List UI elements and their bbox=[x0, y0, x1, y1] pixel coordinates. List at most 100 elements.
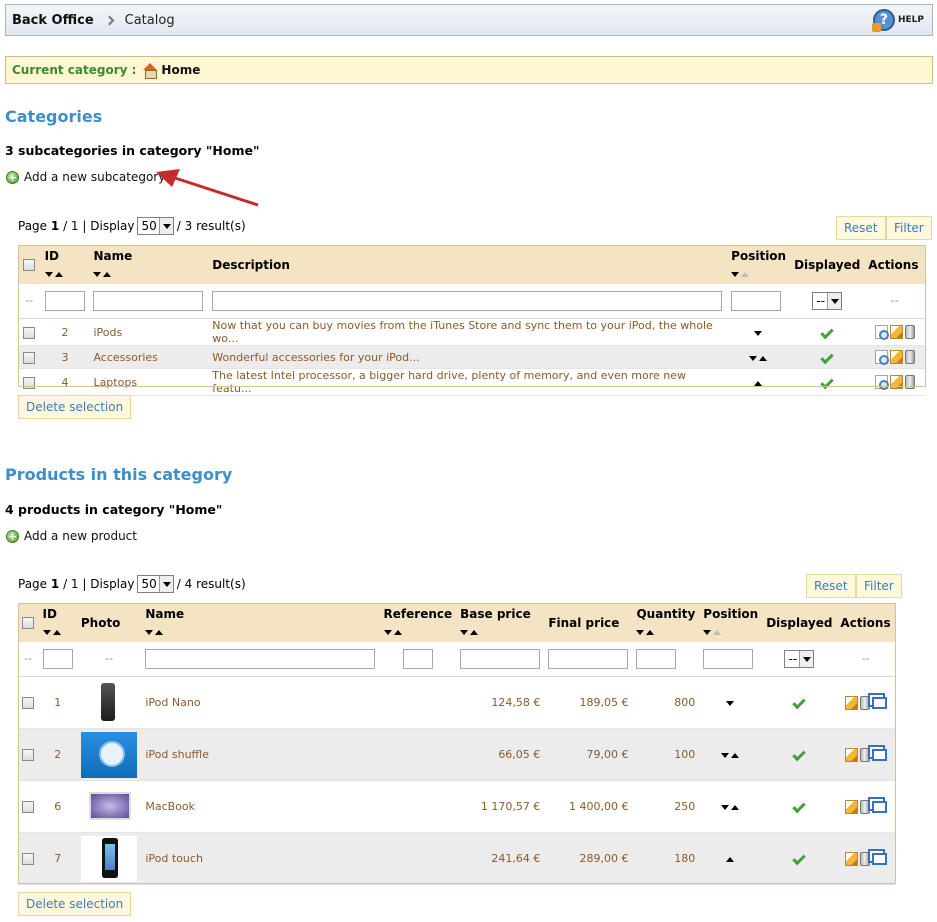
edit-icon[interactable] bbox=[889, 325, 903, 339]
move-up-icon[interactable] bbox=[730, 805, 739, 810]
delete-icon[interactable] bbox=[904, 375, 915, 389]
sort-position[interactable] bbox=[731, 266, 751, 280]
filter-name-input[interactable] bbox=[145, 648, 376, 669]
delete-icon[interactable] bbox=[859, 851, 870, 866]
duplicate-icon[interactable] bbox=[871, 800, 887, 813]
view-icon[interactable] bbox=[874, 375, 889, 390]
edit-icon[interactable] bbox=[844, 799, 858, 814]
sort-name[interactable] bbox=[145, 624, 165, 638]
check-icon[interactable] bbox=[792, 747, 807, 762]
row-id: 7 bbox=[38, 832, 77, 885]
filter-id-input[interactable] bbox=[44, 290, 85, 311]
move-down-icon[interactable] bbox=[753, 330, 762, 336]
add-product-link[interactable]: + Add a new product bbox=[6, 529, 137, 543]
current-category-value[interactable]: Home bbox=[161, 63, 200, 77]
edit-icon[interactable] bbox=[889, 350, 903, 364]
sort-id[interactable] bbox=[44, 266, 65, 280]
select-all-checkbox[interactable] bbox=[23, 259, 36, 272]
table-row[interactable]: 2 iPods Now that you can buy movies from… bbox=[18, 318, 925, 346]
breadcrumb-root[interactable]: Back Office bbox=[12, 13, 94, 28]
sort-quantity[interactable] bbox=[636, 624, 656, 638]
row-name[interactable]: iPod touch bbox=[141, 832, 380, 885]
view-icon[interactable] bbox=[874, 350, 889, 365]
categories-filter-button[interactable]: Filter bbox=[886, 216, 932, 240]
row-name[interactable]: MacBook bbox=[141, 780, 380, 833]
duplicate-icon[interactable] bbox=[871, 852, 887, 865]
table-row[interactable]: 7 iPod touch 241,64 € 289,00 € 180 bbox=[18, 832, 895, 885]
row-checkbox[interactable] bbox=[23, 376, 36, 389]
filter-name-input[interactable] bbox=[93, 290, 204, 311]
display-count-select[interactable]: 50 bbox=[137, 575, 174, 593]
move-down-icon[interactable] bbox=[748, 355, 757, 361]
filter-position-input[interactable] bbox=[731, 290, 782, 311]
edit-icon[interactable] bbox=[889, 375, 903, 389]
filter-position-input[interactable] bbox=[703, 648, 754, 669]
row-checkbox[interactable] bbox=[22, 749, 35, 761]
move-down-icon[interactable] bbox=[720, 753, 729, 758]
row-name[interactable]: Laptops bbox=[89, 368, 209, 396]
delete-icon[interactable] bbox=[904, 325, 915, 339]
check-icon[interactable] bbox=[820, 350, 834, 364]
filter-id-input[interactable] bbox=[42, 648, 73, 669]
filter-displayed-select[interactable]: -- bbox=[812, 291, 843, 310]
select-all-checkbox[interactable] bbox=[22, 617, 35, 630]
categories-delete-selection-button[interactable]: Delete selection bbox=[18, 395, 132, 419]
edit-icon[interactable] bbox=[844, 747, 858, 762]
row-checkbox[interactable] bbox=[22, 697, 35, 709]
move-up-icon[interactable] bbox=[725, 857, 734, 862]
filter-reference-input[interactable] bbox=[402, 648, 433, 669]
products-reset-button[interactable]: Reset bbox=[806, 574, 856, 598]
check-icon[interactable] bbox=[820, 375, 834, 389]
move-up-icon[interactable] bbox=[730, 753, 739, 758]
row-name[interactable]: Accessories bbox=[89, 345, 209, 369]
row-name[interactable]: iPod Nano bbox=[141, 676, 380, 729]
table-row[interactable]: 4 Laptops The latest Intel processor, a … bbox=[18, 368, 925, 396]
filter-dash: -- bbox=[864, 283, 925, 319]
edit-icon[interactable] bbox=[844, 851, 858, 866]
filter-dash: -- bbox=[836, 641, 895, 677]
sort-base-price[interactable] bbox=[460, 624, 480, 638]
row-name[interactable]: iPods bbox=[89, 318, 209, 346]
filter-description-input[interactable] bbox=[212, 290, 723, 311]
sort-name[interactable] bbox=[93, 266, 113, 280]
products-filter-button[interactable]: Filter bbox=[856, 574, 902, 598]
table-row[interactable]: 1 iPod Nano 124,58 € 189,05 € 800 bbox=[18, 676, 895, 729]
categories-reset-button[interactable]: Reset bbox=[836, 216, 886, 240]
check-icon[interactable] bbox=[820, 325, 834, 339]
products-delete-selection-button[interactable]: Delete selection bbox=[18, 892, 132, 916]
move-up-icon[interactable] bbox=[758, 355, 767, 361]
duplicate-icon[interactable] bbox=[871, 696, 887, 709]
help-button[interactable]: ? HELP bbox=[871, 9, 924, 32]
move-down-icon[interactable] bbox=[720, 805, 729, 810]
delete-icon[interactable] bbox=[859, 747, 870, 762]
view-icon[interactable] bbox=[874, 325, 889, 340]
col-actions: Actions bbox=[836, 603, 895, 642]
edit-icon[interactable] bbox=[844, 695, 858, 710]
table-row[interactable]: 6 MacBook 1 170,57 € 1 400,00 € 250 bbox=[18, 780, 895, 833]
row-checkbox[interactable] bbox=[23, 351, 36, 364]
sort-reference[interactable] bbox=[383, 624, 404, 638]
check-icon[interactable] bbox=[792, 799, 807, 814]
filter-displayed-select[interactable]: -- bbox=[784, 649, 815, 668]
display-count-select[interactable]: 50 bbox=[137, 217, 174, 235]
table-row[interactable]: 2 iPod shuffle 66,05 € 79,00 € 100 bbox=[18, 728, 895, 781]
sort-position[interactable] bbox=[703, 624, 723, 638]
filter-final-price-input[interactable] bbox=[548, 648, 629, 669]
delete-icon[interactable] bbox=[859, 695, 870, 710]
row-checkbox[interactable] bbox=[22, 801, 35, 813]
add-subcategory-link[interactable]: + Add a new subcategory bbox=[6, 170, 165, 184]
duplicate-icon[interactable] bbox=[871, 748, 887, 761]
move-down-icon[interactable] bbox=[725, 701, 734, 706]
row-name[interactable]: iPod shuffle bbox=[141, 728, 380, 781]
filter-base-price-input[interactable] bbox=[460, 648, 541, 669]
table-row[interactable]: 3 Accessories Wonderful accessories for … bbox=[18, 345, 925, 369]
filter-quantity-input[interactable] bbox=[636, 648, 677, 669]
delete-icon[interactable] bbox=[904, 350, 915, 364]
row-checkbox[interactable] bbox=[22, 853, 35, 865]
check-icon[interactable] bbox=[792, 695, 807, 710]
check-icon[interactable] bbox=[792, 851, 807, 866]
delete-icon[interactable] bbox=[859, 799, 870, 814]
sort-id[interactable] bbox=[42, 624, 63, 638]
move-up-icon[interactable] bbox=[753, 380, 762, 386]
row-checkbox[interactable] bbox=[23, 326, 36, 339]
